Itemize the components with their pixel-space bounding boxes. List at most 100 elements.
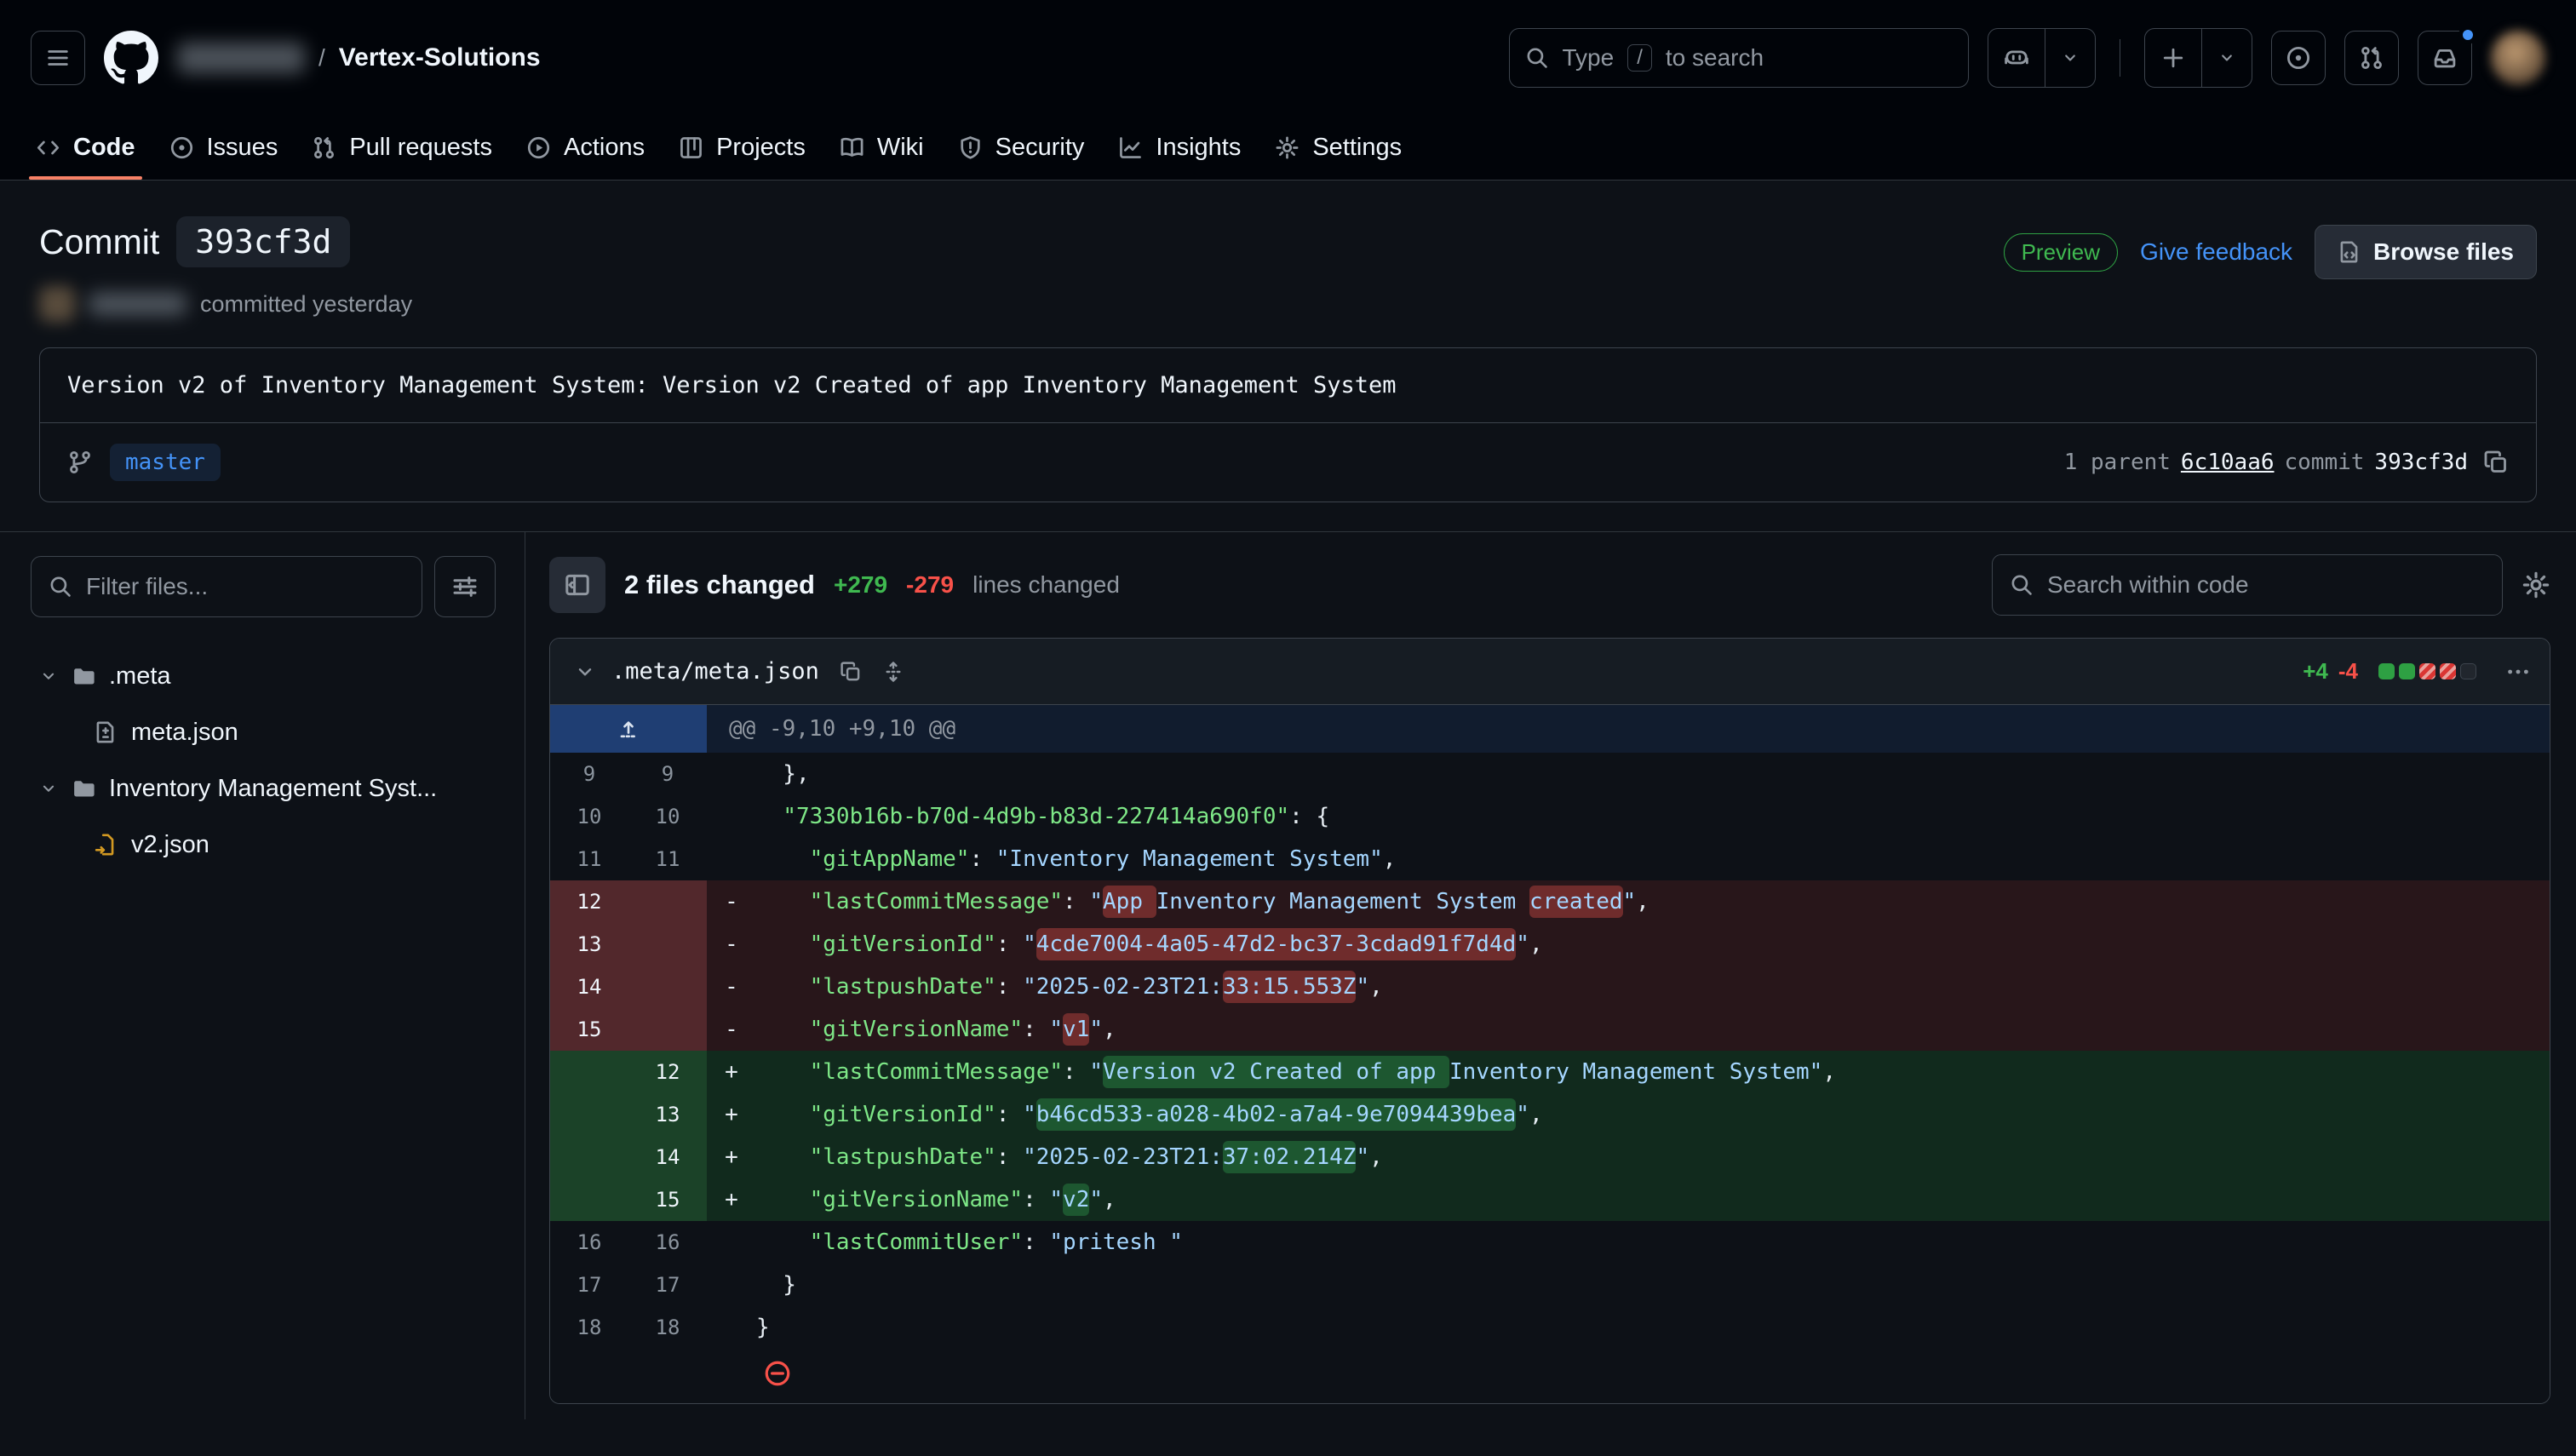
file-additions: +4 — [2303, 658, 2328, 685]
redacted-author-name[interactable] — [89, 293, 186, 315]
create-new-split-button — [2144, 28, 2252, 88]
new-line-number[interactable] — [628, 966, 707, 1008]
diff-settings-button[interactable] — [2521, 570, 2550, 599]
tab-label: Pull requests — [349, 134, 492, 162]
filter-files-input[interactable]: Filter files... — [31, 556, 422, 617]
copilot-button[interactable] — [1988, 29, 2045, 87]
diff-file-name[interactable]: .meta/meta.json — [611, 658, 819, 685]
search-placeholder-suffix: to search — [1666, 44, 1764, 72]
old-line-number[interactable]: 16 — [550, 1221, 628, 1264]
diff-table: @@ -9,10 +9,10 @@99 },1010 "7330b16b-b70… — [550, 705, 2550, 1403]
old-line-number[interactable]: 9 — [550, 753, 628, 795]
new-line-number[interactable]: 9 — [628, 753, 707, 795]
old-line-number[interactable]: 11 — [550, 838, 628, 880]
issues-button[interactable] — [2271, 31, 2326, 85]
new-line-number[interactable]: 11 — [628, 838, 707, 880]
code-line: "lastCommitMessage": "App Inventory Mana… — [756, 880, 2550, 923]
unfold-icon — [882, 661, 904, 683]
file-moved-icon — [94, 833, 118, 857]
give-feedback-link[interactable]: Give feedback — [2140, 238, 2292, 266]
diffstat-block-del — [2440, 663, 2456, 679]
tree-item-label: Inventory Management Syst... — [109, 775, 437, 803]
expand-file-button[interactable] — [882, 661, 904, 683]
pull-request-icon — [2359, 45, 2384, 71]
tree-folder-item[interactable]: .meta — [31, 648, 496, 704]
new-line-number[interactable]: 18 — [628, 1306, 707, 1349]
search-within-code-input[interactable]: Search within code — [1992, 554, 2503, 616]
old-line-number[interactable]: 15 — [550, 1008, 628, 1051]
collapse-sidebar-button[interactable] — [549, 557, 605, 613]
diff-marker — [707, 753, 756, 795]
create-new-menu-button[interactable] — [2201, 29, 2252, 87]
kebab-icon — [2505, 659, 2531, 685]
github-logo-icon[interactable] — [104, 31, 158, 85]
commit-header: Commit 393cf3d committed yesterday Previ… — [0, 181, 2576, 322]
new-line-number[interactable]: 15 — [628, 1178, 707, 1221]
new-line-number[interactable]: 16 — [628, 1221, 707, 1264]
user-avatar[interactable] — [2491, 31, 2545, 85]
file-filter-options-button[interactable] — [434, 556, 496, 617]
parent-commit-info: 1 parent 6c10aa6 commit 393cf3d — [2064, 450, 2509, 475]
new-line-number[interactable]: 12 — [628, 1051, 707, 1093]
expand-hunk-button[interactable] — [550, 705, 707, 753]
author-avatar[interactable] — [39, 286, 75, 322]
copy-file-path-button[interactable] — [840, 661, 862, 683]
redacted-owner-name[interactable] — [177, 43, 305, 73]
old-line-number[interactable]: 14 — [550, 966, 628, 1008]
tab-settings[interactable]: Settings — [1258, 115, 1419, 180]
repo-name-link[interactable]: Vertex-Solutions — [339, 43, 541, 72]
old-line-number[interactable]: 10 — [550, 795, 628, 838]
old-line-number[interactable]: 12 — [550, 880, 628, 923]
new-line-number[interactable]: 10 — [628, 795, 707, 838]
tab-insights[interactable]: Insights — [1101, 115, 1258, 180]
copy-sha-button[interactable] — [2483, 450, 2509, 475]
browse-files-button[interactable]: Browse files — [2315, 225, 2537, 279]
file-options-button[interactable] — [2505, 659, 2531, 685]
code-icon — [36, 135, 60, 160]
files-changed-count: 2 files changed — [624, 570, 815, 600]
tree-folder-item[interactable]: Inventory Management Syst... — [31, 760, 496, 817]
graph-icon — [1118, 135, 1143, 160]
new-line-number[interactable] — [628, 923, 707, 966]
new-line-number[interactable] — [628, 1008, 707, 1051]
new-line-number[interactable]: 14 — [628, 1136, 707, 1178]
tab-code[interactable]: Code — [19, 115, 152, 180]
tab-actions[interactable]: Actions — [509, 115, 662, 180]
tab-pull-requests[interactable]: Pull requests — [295, 115, 509, 180]
copilot-menu-button[interactable] — [2045, 29, 2095, 87]
tab-issues[interactable]: Issues — [152, 115, 295, 180]
tab-wiki[interactable]: Wiki — [823, 115, 941, 180]
inbox-button[interactable] — [2418, 31, 2472, 85]
old-line-number[interactable]: 17 — [550, 1264, 628, 1306]
global-search-input[interactable]: Type / to search — [1509, 28, 1969, 88]
create-new-button[interactable] — [2145, 29, 2201, 87]
tree-item-label: .meta — [109, 662, 171, 691]
old-line-number[interactable] — [550, 1093, 628, 1136]
new-line-number[interactable]: 17 — [628, 1264, 707, 1306]
old-line-number[interactable] — [550, 1051, 628, 1093]
notification-dot — [2458, 26, 2477, 44]
new-line-number[interactable]: 13 — [628, 1093, 707, 1136]
file-deletions: -4 — [2338, 658, 2358, 685]
tab-label: Security — [995, 134, 1085, 162]
diff-marker — [707, 1221, 756, 1264]
branch-pill[interactable]: master — [110, 444, 221, 481]
code-line: "gitAppName": "Inventory Management Syst… — [756, 838, 2550, 880]
hamburger-menu-button[interactable] — [31, 31, 85, 85]
old-line-number[interactable]: 13 — [550, 923, 628, 966]
diff-row-add: 15+ "gitVersionName": "v2", — [550, 1178, 2550, 1221]
tab-projects[interactable]: Projects — [662, 115, 823, 180]
collapse-file-button[interactable] — [574, 661, 596, 683]
old-line-number[interactable] — [550, 1136, 628, 1178]
tab-security[interactable]: Security — [941, 115, 1102, 180]
tree-file-item[interactable]: v2.json — [31, 817, 496, 873]
old-line-number[interactable]: 18 — [550, 1306, 628, 1349]
copilot-icon — [2004, 45, 2029, 71]
old-line-number[interactable] — [550, 1178, 628, 1221]
diff-row-context: 99 }, — [550, 753, 2550, 795]
new-line-number[interactable] — [628, 880, 707, 923]
book-icon — [840, 135, 864, 160]
parent-sha-link[interactable]: 6c10aa6 — [2181, 450, 2275, 475]
tree-file-item[interactable]: meta.json — [31, 704, 496, 760]
pull-requests-button[interactable] — [2344, 31, 2399, 85]
